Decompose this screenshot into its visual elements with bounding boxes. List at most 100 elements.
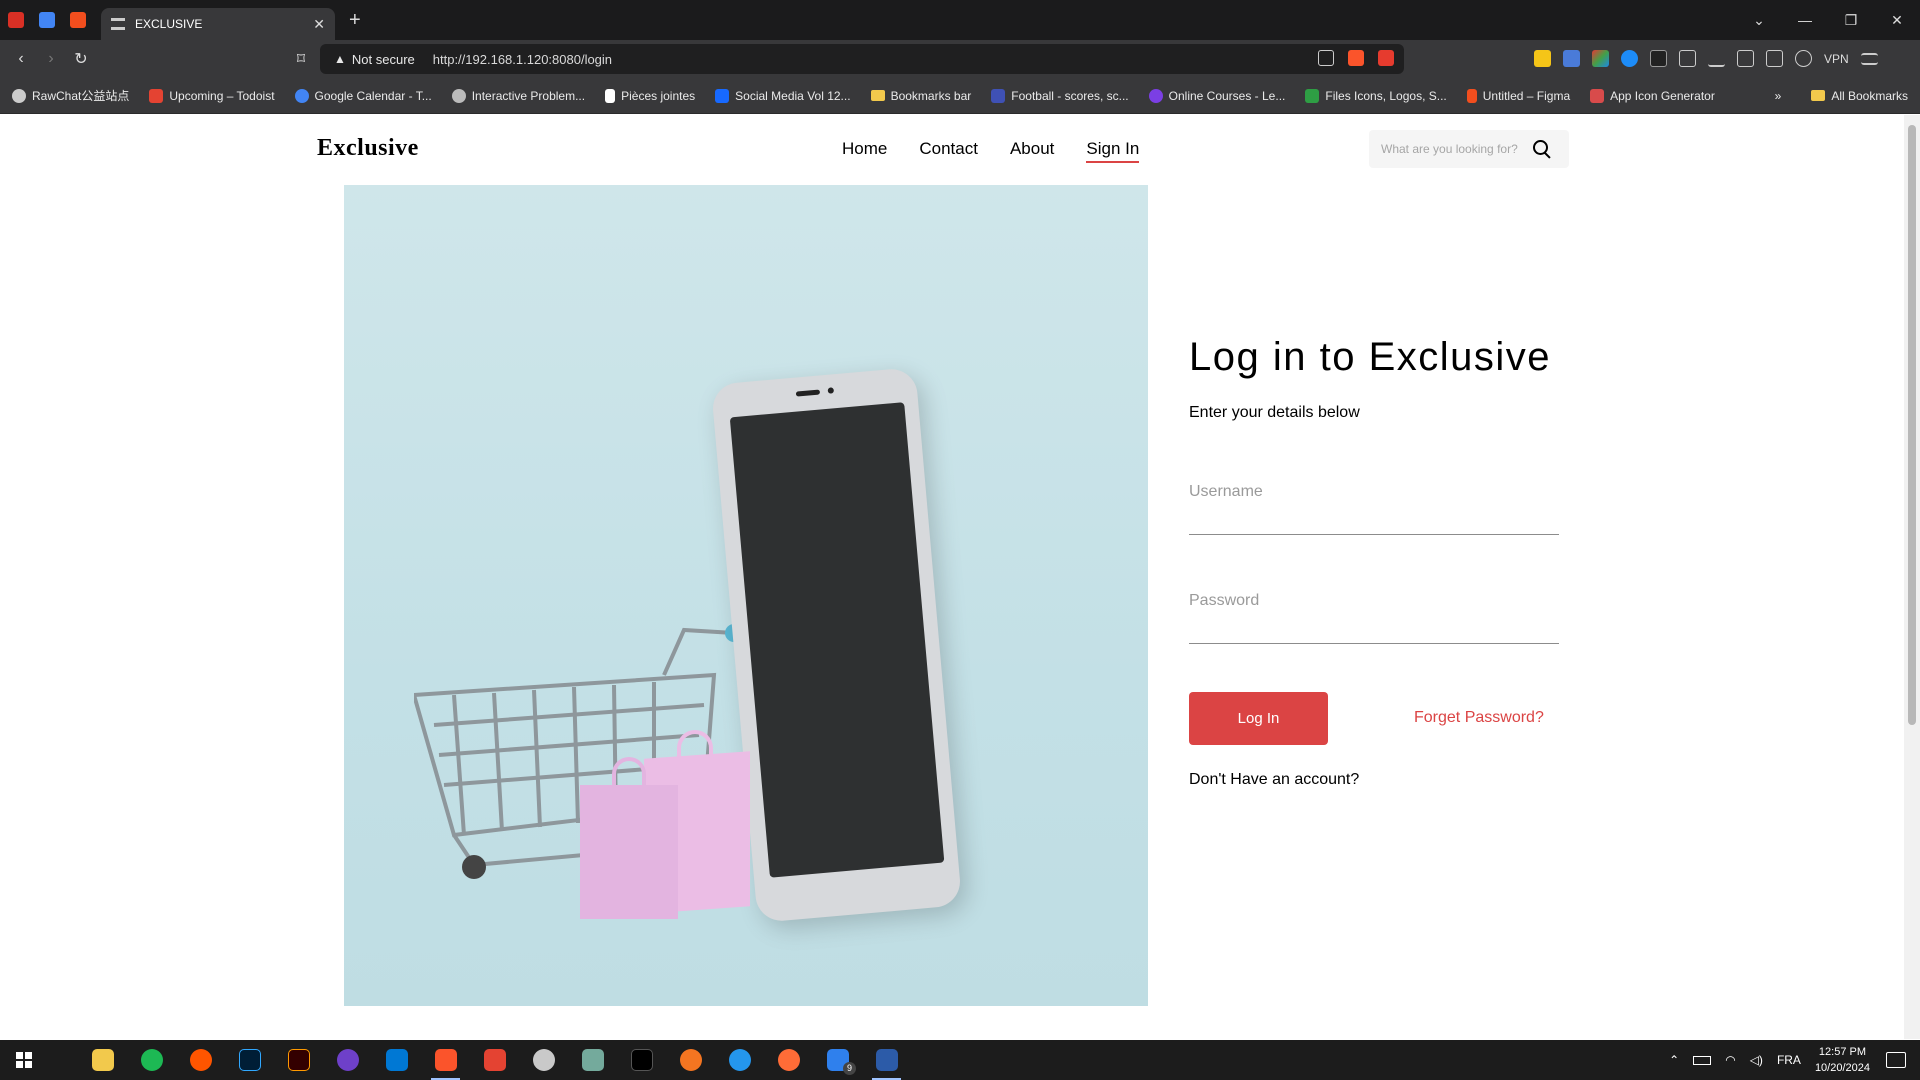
search-input[interactable]: [1381, 142, 1531, 156]
taskbar-soundcloud[interactable]: [176, 1040, 225, 1080]
taskbar-vscode[interactable]: [372, 1040, 421, 1080]
extensions-area: VPN: [1534, 50, 1878, 67]
warning-icon: ▲: [334, 52, 346, 66]
scrollbar-thumb[interactable]: [1908, 125, 1916, 725]
extension-yellow-icon[interactable]: [1534, 50, 1551, 67]
bookmark-item[interactable]: App Icon Generator: [1590, 88, 1715, 103]
bookmark-item[interactable]: Google Calendar - T...: [294, 88, 432, 103]
volume-icon[interactable]: ◁): [1750, 1053, 1763, 1067]
brave-icon: [434, 1049, 457, 1071]
bookmark-item[interactable]: Bookmarks bar: [870, 89, 971, 103]
taskbar-powershell[interactable]: [862, 1040, 911, 1080]
username-field: [1189, 473, 1559, 535]
tab-search-icon[interactable]: ⌄: [1736, 12, 1782, 29]
login-button[interactable]: Log In: [1189, 692, 1328, 745]
bookmark-page-icon[interactable]: ⌑: [286, 49, 316, 69]
phone-speaker: [795, 389, 821, 397]
minimize-button[interactable]: —: [1782, 12, 1828, 28]
notification-icon[interactable]: [1886, 1052, 1906, 1068]
taskbar-todoist[interactable]: [470, 1040, 519, 1080]
wallet-icon[interactable]: [1766, 50, 1783, 67]
taskbar-photoshop[interactable]: [225, 1040, 274, 1080]
bookmark-item[interactable]: Untitled – Figma: [1466, 88, 1571, 103]
chatgpt-extension-icon[interactable]: [1650, 50, 1667, 67]
bookmark-item[interactable]: Social Media Vol 12...: [715, 88, 851, 103]
shazam-icon[interactable]: [1621, 50, 1638, 67]
bookmark-label: RawChat公益站点: [32, 89, 130, 103]
bookmark-item[interactable]: Online Courses - Le...: [1148, 88, 1285, 103]
taskbar-github[interactable]: [323, 1040, 372, 1080]
username-input[interactable]: [1189, 473, 1559, 501]
site-logo[interactable]: Exclusive: [317, 135, 419, 162]
download-icon[interactable]: [1708, 50, 1725, 67]
forget-password-link[interactable]: Forget Password?: [1414, 709, 1544, 727]
chevron-double-right-icon[interactable]: »: [1775, 89, 1782, 103]
spotify-icon: [140, 1049, 163, 1071]
password-input[interactable]: [1189, 582, 1559, 610]
hero-image: [344, 185, 1148, 1006]
clock[interactable]: 12:57 PM 10/20/2024: [1815, 1044, 1870, 1076]
taskbar-chatgpt[interactable]: [568, 1040, 617, 1080]
url-text[interactable]: http://192.168.1.120:8080/login: [433, 52, 612, 67]
taskbar-file-explorer[interactable]: [78, 1040, 127, 1080]
extensions-puzzle-icon[interactable]: [1679, 50, 1696, 67]
brave-rewards-icon[interactable]: [1378, 50, 1394, 66]
active-tab[interactable]: EXCLUSIVE ✕: [101, 8, 335, 40]
taskbar-spotify[interactable]: [127, 1040, 176, 1080]
nav-contact[interactable]: Contact: [919, 139, 978, 163]
bookmark-item[interactable]: Pièces jointes: [605, 88, 695, 103]
nav-about[interactable]: About: [1010, 139, 1054, 163]
bookmarks-overflow: » All Bookmarks: [1775, 89, 1908, 103]
show-hidden-icons-chevron-up-icon[interactable]: ⌃: [1669, 1053, 1679, 1067]
all-bookmarks-link[interactable]: All Bookmarks: [1831, 89, 1908, 103]
brave-shield-icon[interactable]: [1348, 50, 1364, 66]
bookmark-item[interactable]: Upcoming – Todoist: [149, 88, 275, 103]
menu-icon[interactable]: [1860, 52, 1878, 65]
xm-icon: [630, 1049, 653, 1071]
taskbar-remote-desktop[interactable]: 9: [813, 1040, 862, 1080]
taskbar-docker[interactable]: [715, 1040, 764, 1080]
close-tab-icon[interactable]: ✕: [313, 16, 325, 33]
language-indicator[interactable]: FRA: [1777, 1053, 1801, 1067]
share-icon[interactable]: [1318, 50, 1334, 66]
search-icon[interactable]: [1531, 138, 1553, 160]
leo-ai-icon[interactable]: [1795, 50, 1812, 67]
bookmark-label: Files Icons, Logos, S...: [1325, 88, 1447, 103]
taskbar-postman[interactable]: [764, 1040, 813, 1080]
sidebar-icon[interactable]: [1737, 50, 1754, 67]
nav-sign-in[interactable]: Sign In: [1086, 139, 1140, 163]
no-account-text[interactable]: Don't Have an account?: [1189, 771, 1359, 789]
battery-icon[interactable]: [1693, 1055, 1712, 1065]
calendar-icon: [38, 12, 55, 28]
taskbar-xm[interactable]: [617, 1040, 666, 1080]
bookmark-item[interactable]: RawChat公益站点: [12, 87, 129, 104]
taskbar-badge: 9: [843, 1062, 856, 1075]
taskbar-app[interactable]: [519, 1040, 568, 1080]
bookmark-label: Untitled – Figma: [1482, 88, 1571, 103]
address-bar[interactable]: ▲ Not secure http://192.168.1.120:8080/l…: [320, 44, 1404, 74]
pinned-tab-gmail[interactable]: [0, 0, 31, 40]
color-picker-icon[interactable]: [1592, 50, 1609, 67]
translate-icon[interactable]: [1563, 50, 1580, 67]
back-button[interactable]: ‹: [6, 50, 36, 68]
page-scrollbar[interactable]: [1904, 115, 1920, 1039]
wifi-icon[interactable]: ◠: [1725, 1053, 1735, 1067]
taskbar-brave[interactable]: [421, 1040, 470, 1080]
close-window-button[interactable]: ✕: [1874, 12, 1920, 29]
bookmark-item[interactable]: Files Icons, Logos, S...: [1305, 88, 1447, 103]
powershell-icon: [875, 1049, 898, 1071]
forward-button[interactable]: ›: [36, 50, 66, 68]
nav-home[interactable]: Home: [842, 139, 887, 163]
new-tab-button[interactable]: +: [349, 9, 361, 32]
taskbar-crunchyroll[interactable]: [666, 1040, 715, 1080]
taskbar-illustrator[interactable]: [274, 1040, 323, 1080]
pinned-tab-calendar[interactable]: [31, 0, 62, 40]
reload-button[interactable]: ↻: [66, 49, 96, 69]
pinned-tab-figma[interactable]: [62, 0, 93, 40]
start-button[interactable]: [0, 1040, 48, 1080]
restore-button[interactable]: ❐: [1828, 12, 1874, 29]
bookmark-item[interactable]: Interactive Problem...: [451, 88, 585, 103]
vpn-button[interactable]: VPN: [1824, 52, 1849, 66]
football-site-icon: [991, 88, 1006, 103]
bookmark-item[interactable]: Football - scores, sc...: [991, 88, 1129, 103]
